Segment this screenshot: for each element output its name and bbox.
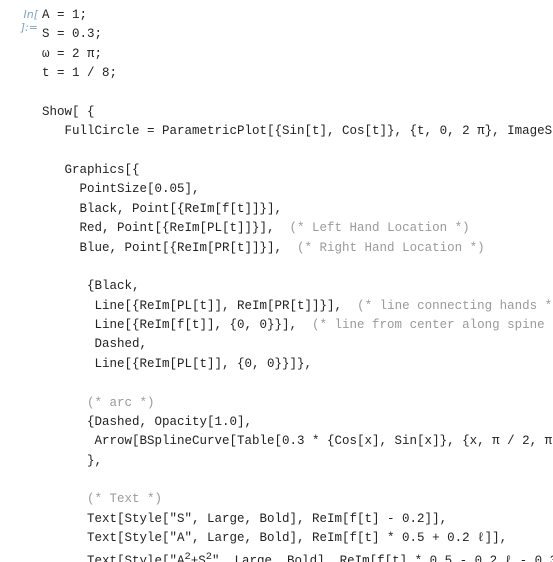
code-line: Black, Point[{ReIm[f[t]]}],	[42, 202, 282, 216]
code-line: t = 1 / 8;	[42, 66, 117, 80]
code-line: Graphics[{	[42, 163, 140, 177]
cell-prompt: In[ ]:=	[4, 6, 42, 562]
code-line: Blue, Point[{ReIm[PR[t]]}], (* Right Han…	[42, 241, 485, 255]
code-line: A = 1;	[42, 8, 87, 22]
code-line: ω = 2 π;	[42, 47, 102, 61]
code-line: PointSize[0.05],	[42, 182, 200, 196]
code-line: Line[{ReIm[f[t]], {0, 0}}], (* line from…	[42, 318, 553, 332]
code-line: (* Text *)	[42, 492, 162, 506]
code-line: Show[ {	[42, 105, 95, 119]
input-cell: In[ ]:= A = 1; S = 0.3; ω = 2 π; t = 1 /…	[0, 0, 553, 562]
code-line: },	[42, 454, 102, 468]
code-block[interactable]: A = 1; S = 0.3; ω = 2 π; t = 1 / 8; Show…	[42, 6, 553, 562]
code-line: Red, Point[{ReIm[PL[t]]}], (* Left Hand …	[42, 221, 470, 235]
code-line: Line[{ReIm[PL[t]], {0, 0}}]},	[42, 357, 312, 371]
code-line: {Dashed, Opacity[1.0],	[42, 415, 252, 429]
code-line: Line[{ReIm[PL[t]], ReIm[PR[t]]}], (* lin…	[42, 299, 553, 313]
code-line: Text[Style["S", Large, Bold], ReIm[f[t] …	[42, 512, 447, 526]
code-line: Text[Style["A", Large, Bold], ReIm[f[t] …	[42, 531, 507, 545]
code-line: {Black,	[42, 279, 140, 293]
code-line: FullCircle = ParametricPlot[{Sin[t], Cos…	[42, 124, 553, 138]
code-line: (* arc *)	[42, 396, 155, 410]
code-line: Text[Style["A2+S2", Large, Bold], ReIm[f…	[42, 554, 553, 562]
code-line: Dashed,	[42, 337, 147, 351]
code-line: S = 0.3;	[42, 27, 102, 41]
code-line: Arrow[BSplineCurve[Table[0.3 * {Cos[x], …	[42, 434, 553, 448]
